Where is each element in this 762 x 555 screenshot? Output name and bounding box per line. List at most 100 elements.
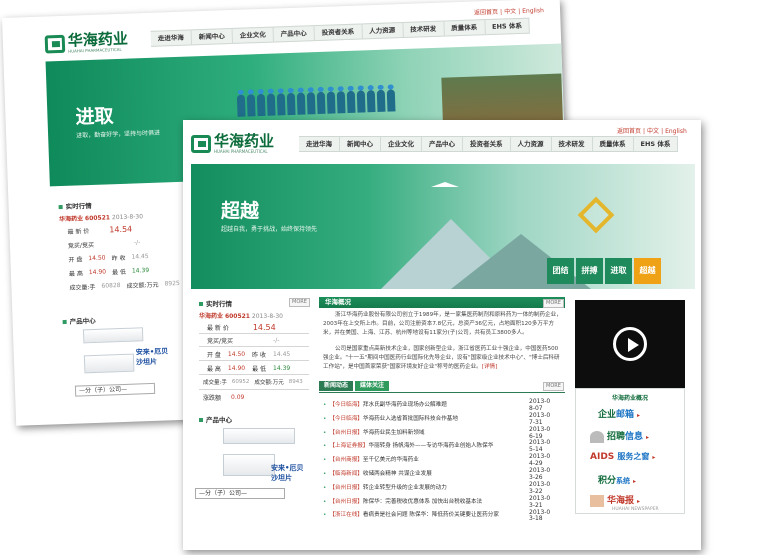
divider [199, 389, 309, 390]
back-product-label-1: 安来•厄贝 [135, 347, 169, 357]
tab-news[interactable]: 新闻动态 [319, 381, 354, 391]
chinese-link[interactable]: 中文 [647, 128, 659, 135]
chinese-link[interactable]: 中文 [504, 8, 516, 15]
news-item[interactable]: 【台州日报】陈保华：完善税收优惠体系 加快出台税收基本法 [323, 496, 527, 510]
banner-button-unity[interactable]: 团结 [547, 258, 574, 284]
bid-label: 竞买/竞买 [207, 337, 234, 345]
news-date: 2013-05-14 [529, 439, 551, 454]
news-item[interactable]: 【台州日报】华海药业民生加料新领域 [323, 427, 527, 441]
back-vol-row: 成交量:手 60828 成交额:万元 8925 [69, 278, 180, 292]
back-latest-label: 最 新 价 [67, 227, 90, 236]
top-links: 返回首页 | 中文 | English [617, 128, 687, 135]
side-item-points[interactable]: 积分系统 ▸ [598, 473, 636, 486]
news-item[interactable]: 【台州日报】转企业转型升级的企业发展的动力 [323, 482, 527, 496]
side-item-aids[interactable]: AIDS 服务之窗 ▸ [590, 451, 655, 462]
vol-value: 60952 [231, 379, 250, 385]
stock-title: 实时行情 [199, 298, 232, 308]
logo-mark-icon [44, 34, 66, 54]
nav-item-hr[interactable]: 人力资源 [361, 23, 404, 39]
news-item[interactable]: 【台州商报】至千亿美元的华海药业 [323, 454, 527, 468]
news-item[interactable]: 【今日临海】华海药业入选省首批国际科技合作基地 [323, 413, 527, 427]
gold-logo-image [577, 196, 615, 234]
nav-item-culture[interactable]: 企业文化 [232, 27, 274, 43]
home-link[interactable]: 返回首页 [474, 9, 498, 17]
overview-paragraph-1: 浙江华海药业股份有限公司创立于1989年，是一家集医药制剂和原料药为一体的制药企… [323, 312, 562, 336]
divider [199, 374, 309, 375]
top-links: 返回首页 | 中文 | English [473, 7, 544, 17]
logo-subtext: HUAHAI PHARMACEUTICAL [68, 46, 122, 54]
logo[interactable]: 华海药业 HUAHAI PHARMACEUTICAL [191, 134, 274, 154]
stock-date: 2013-8-30 [251, 313, 283, 320]
overview-more-button[interactable]: MORE [543, 299, 564, 308]
nav-item-rd[interactable]: 技术研发 [552, 137, 593, 151]
side-item-recruit[interactable]: 招聘信息 ▸ [590, 429, 649, 443]
stock-more-button[interactable]: MORE [289, 298, 310, 307]
back-open-value: 14.50 [88, 254, 106, 262]
banner-button-progress[interactable]: 进取 [605, 258, 632, 284]
nav-item-news[interactable]: 新闻中心 [340, 137, 381, 151]
nav-item-investors[interactable]: 投资者关系 [463, 137, 511, 151]
nav-item-ehs[interactable]: EHS 体系 [484, 18, 531, 35]
nav-item-hr[interactable]: 人力资源 [511, 137, 552, 151]
overview-detail-link[interactable]: [详情] [482, 364, 498, 370]
news-item[interactable]: 【今日临海】拜水氏副华海药业现场办公解难题 [323, 399, 527, 413]
side-item-mailbox[interactable]: 企业邮箱 ▸ [598, 407, 640, 420]
banner-button-surpass[interactable]: 超越 [634, 258, 661, 284]
back-low-label: 最 低 [111, 268, 127, 276]
amt-label: 成交额:万元 [254, 380, 284, 386]
front-page-screenshot: 华海药业 HUAHAI PHARMACEUTICAL 返回首页 | 中文 | Engli… [183, 120, 701, 550]
nav-item-about[interactable]: 走进华海 [299, 137, 340, 151]
back-stock-name: 华海药业 [58, 215, 84, 224]
back-banner-subtitle: 进取，勤奋好学，坚持与时俱进 [76, 129, 161, 140]
nav-item-investors[interactable]: 投资者关系 [314, 24, 363, 41]
video-player[interactable] [575, 300, 685, 388]
high-value: 14.90 [227, 364, 246, 372]
nav-item-news[interactable]: 新闻中心 [191, 28, 234, 45]
product-pack-image[interactable] [223, 454, 275, 476]
back-stock-date: 2013-8-30 [111, 213, 144, 222]
newspaper-icon [590, 494, 604, 507]
tab-media[interactable]: 媒体关注 [355, 381, 390, 391]
back-products-title: 产品中心 [62, 315, 96, 326]
news-item[interactable]: 【上海证券报】华丽转身 扬帆海外——专访华海药业创始人陈保华 [323, 440, 527, 454]
back-bid-row: 竞买/竞买 -/- [68, 237, 141, 250]
open-value: 14.50 [227, 350, 246, 358]
front-banner: 超越 超越自我，勇于挑战，始终保持领先 团结 拼搏 进取 超越 [191, 164, 695, 289]
main-nav: 走进华海 新闻中心 企业文化 产品中心 投资者关系 人力资源 技术研发 质量体系… [150, 17, 531, 47]
nav-item-quality[interactable]: 质量体系 [593, 137, 634, 151]
news-more-button[interactable]: MORE [543, 382, 564, 391]
vol-row: 成交量:手 60952 成交额:万元 8943 [203, 377, 303, 387]
change-value: 0.09 [231, 393, 245, 401]
back-high-value: 14.90 [88, 268, 107, 276]
play-icon[interactable] [613, 327, 647, 361]
logo-subtext: HUAHAI PHARMACEUTICAL [214, 149, 268, 154]
english-link[interactable]: English [665, 128, 687, 135]
home-link[interactable]: 返回首页 [617, 128, 641, 135]
nav-item-rd[interactable]: 技术研发 [402, 21, 445, 38]
nav-item-quality[interactable]: 质量体系 [443, 20, 486, 36]
back-subsidiary-select[interactable]: —分（子）公司— [74, 382, 156, 397]
change-label: 涨跌额 [203, 394, 222, 402]
banner-button-strive[interactable]: 拼搏 [576, 258, 603, 284]
news-date: 2013-03-22 [529, 480, 551, 495]
prev-value: 14.45 [273, 350, 291, 358]
nav-item-about[interactable]: 走进华海 [150, 30, 193, 46]
back-latest-value: 14.54 [109, 224, 133, 234]
nav-item-ehs[interactable]: EHS 体系 [634, 137, 679, 151]
english-link[interactable]: English [522, 7, 544, 15]
news-item[interactable]: 【浙江在线】看病贵是社会问题 陈保华：降低药价关键要让医药分家 [323, 509, 527, 523]
high-row: 最 高 14.90 最 低 14.39 [207, 363, 290, 373]
product-box-image[interactable] [223, 428, 295, 444]
nav-item-culture[interactable]: 企业文化 [381, 137, 422, 151]
front-banner-heading: 超越 [221, 200, 260, 222]
subsidiary-select[interactable]: —分（子）公司— [195, 488, 285, 499]
back-open-row: 开 盘 14.50 昨 收 14.45 [68, 251, 149, 264]
nav-item-products[interactable]: 产品中心 [422, 137, 463, 151]
divider [199, 333, 309, 334]
stock-header: 华海药业 600521 2013-8-30 [199, 311, 283, 320]
news-item[interactable]: 【临海新闻】收储两会精神 共谋企业发展 [323, 468, 527, 482]
low-label: 最 低 [252, 365, 267, 373]
nav-item-products[interactable]: 产品中心 [273, 26, 315, 42]
back-prev-label: 昨 收 [111, 254, 126, 262]
logo[interactable]: 华海药业 HUAHAI PHARMACEUTICAL [44, 30, 129, 55]
